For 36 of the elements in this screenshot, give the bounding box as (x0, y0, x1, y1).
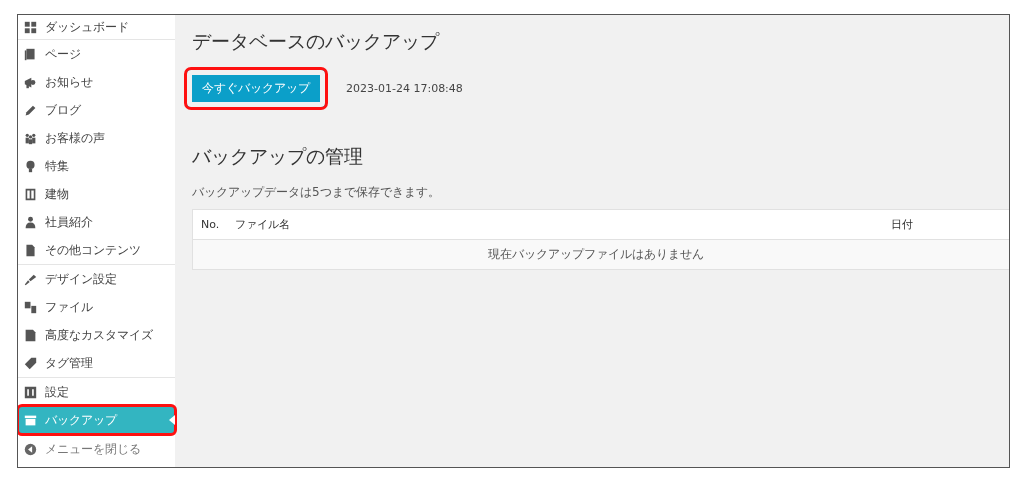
menu-item[interactable]: タグ管理 (18, 349, 175, 377)
person-icon (24, 215, 37, 229)
tag-icon (24, 356, 37, 370)
empty-message: 現在バックアップファイルはありません (488, 246, 704, 263)
menu-item[interactable]: 特集 (18, 152, 175, 180)
menu-item[interactable]: お知らせ (18, 68, 175, 96)
pages-icon (24, 47, 37, 61)
last-backup-time: 2023-01-24 17:08:48 (346, 82, 463, 95)
building-icon (24, 187, 37, 201)
files-icon (24, 300, 37, 314)
pointer-icon (169, 415, 175, 425)
column-header: ファイル名 (235, 217, 291, 232)
menu-item[interactable]: お客様の声 (18, 124, 175, 152)
collapse-menu-button[interactable]: メニューを閉じる (18, 435, 175, 463)
document-icon (24, 243, 37, 257)
menu-item[interactable]: デザイン設定 (18, 265, 175, 293)
section-title: バックアップの管理 (192, 144, 364, 169)
brush-icon (24, 272, 37, 286)
note-text: バックアップデータは5つまで保存できます。 (192, 184, 441, 201)
pencil-icon (24, 103, 37, 117)
column-header: 日付 (891, 217, 914, 232)
lightbulb-icon (24, 159, 37, 173)
menu-item[interactable]: 建物 (18, 180, 175, 208)
menu-item[interactable]: 高度なカスタマイズ (18, 321, 175, 349)
menu-item[interactable]: 社員紹介 (18, 208, 175, 236)
dashboard-icon (24, 20, 37, 34)
menu-item[interactable]: 設定 (18, 378, 175, 406)
menu-item[interactable]: ページ (18, 40, 175, 68)
archive-box-icon (24, 413, 37, 427)
column-header: No. (200, 218, 221, 231)
menu-item[interactable]: ブログ (18, 96, 175, 124)
menu-item[interactable]: ファイル (18, 293, 175, 321)
page-title: データベースのバックアップ (192, 29, 441, 54)
menu-item[interactable]: その他コンテンツ (18, 236, 175, 264)
people-icon (24, 131, 37, 145)
menu-item[interactable]: ダッシュボード (18, 15, 175, 39)
